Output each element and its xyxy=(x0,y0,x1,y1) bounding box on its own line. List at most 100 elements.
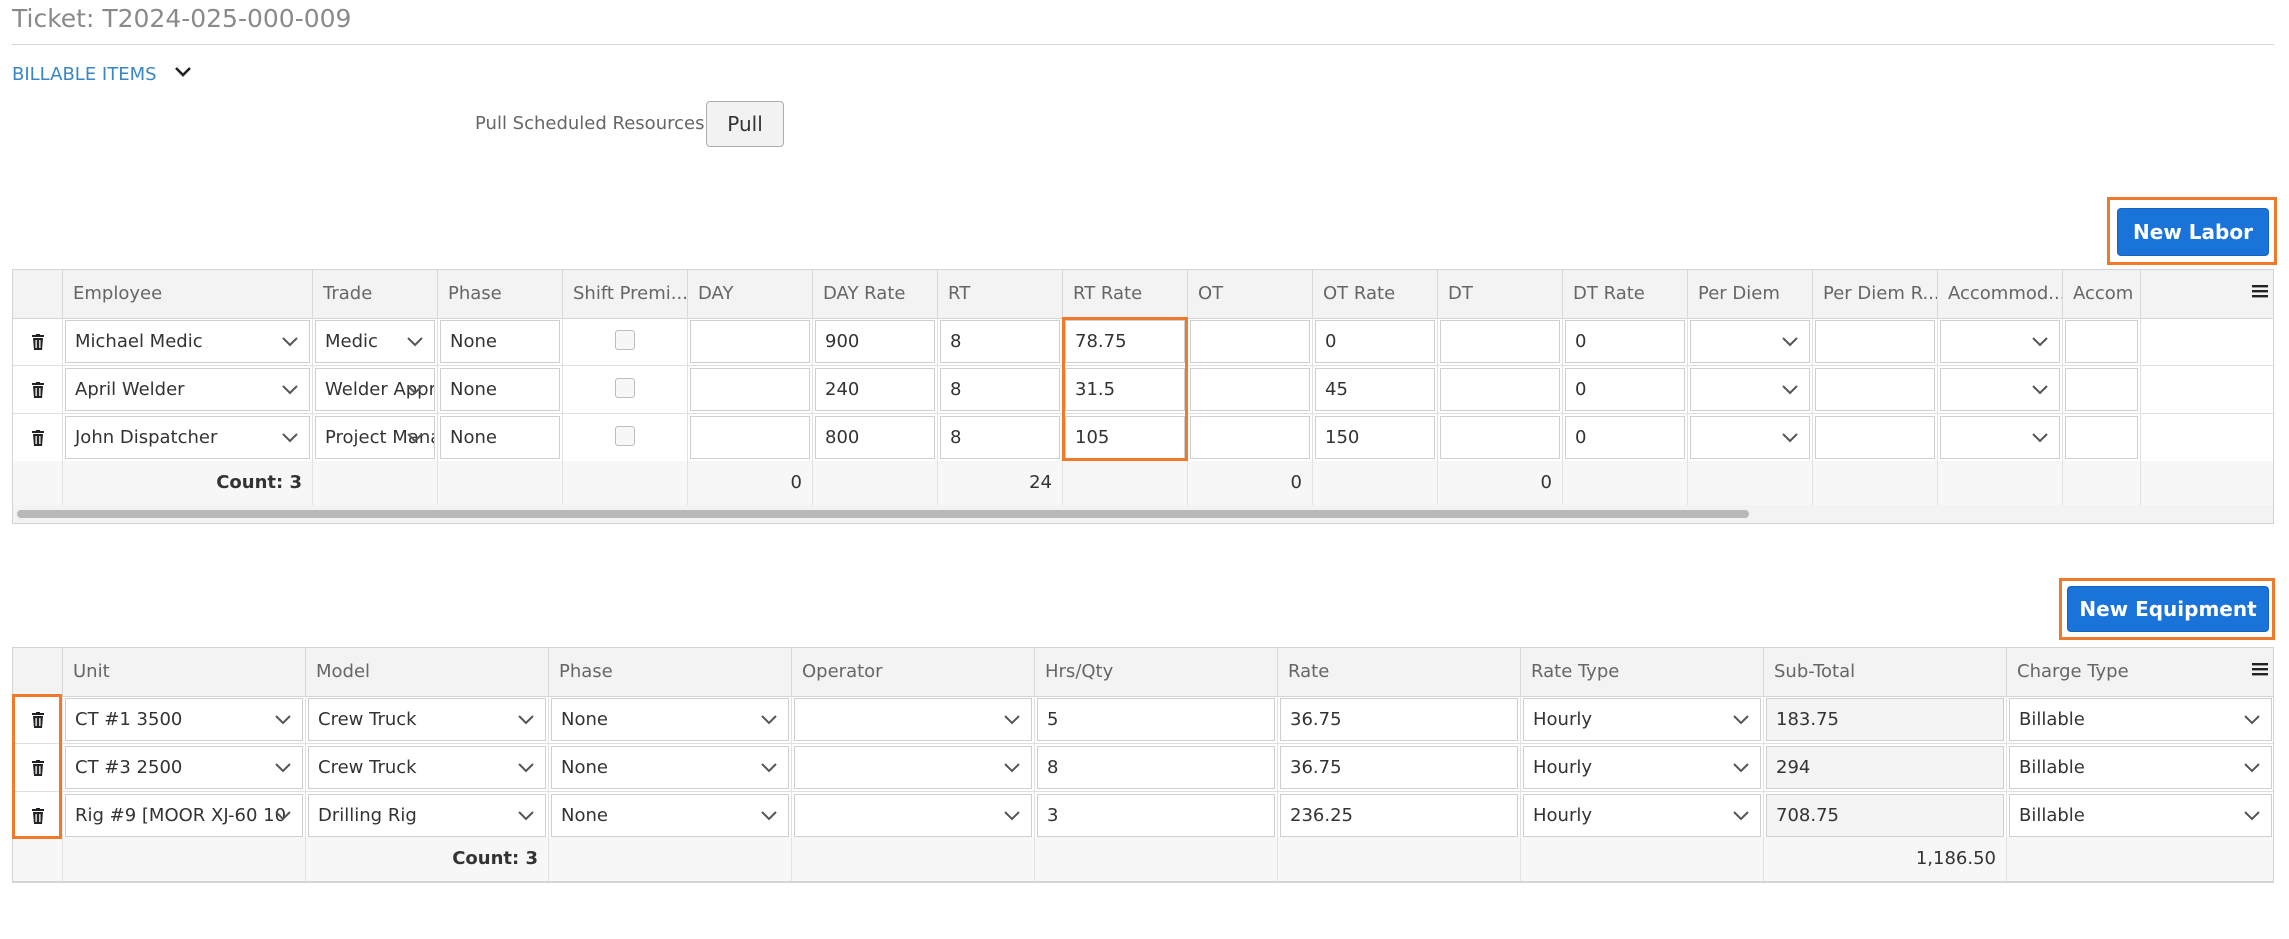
labor-header-0[interactable] xyxy=(13,270,63,318)
employee-field[interactable]: John Dispatcher xyxy=(65,416,310,459)
equipment-header-4[interactable]: Operator xyxy=(792,648,1035,696)
phase-field[interactable]: None xyxy=(551,698,789,741)
chevron-down-icon[interactable] xyxy=(1722,699,1760,740)
dt_rate-field[interactable]: 0 xyxy=(1565,416,1685,459)
hrs_qty-field[interactable]: 8 xyxy=(1037,746,1275,789)
pull-button[interactable]: Pull xyxy=(706,101,784,147)
accom-field[interactable] xyxy=(2065,320,2138,363)
trash-icon[interactable] xyxy=(31,807,45,824)
equipment-header-6[interactable]: Rate xyxy=(1278,648,1521,696)
accommodation-field[interactable] xyxy=(1940,416,2060,459)
ot-field[interactable] xyxy=(1190,320,1310,363)
chevron-down-icon[interactable] xyxy=(1722,747,1760,788)
chevron-down-icon[interactable] xyxy=(993,795,1031,836)
phase-field[interactable]: None xyxy=(440,416,560,459)
chevron-down-icon[interactable] xyxy=(396,369,434,410)
chevron-down-icon[interactable] xyxy=(2233,747,2271,788)
rate-field[interactable]: 36.75 xyxy=(1280,698,1518,741)
labor-header-3[interactable]: Phase xyxy=(438,270,563,318)
labor-header-2[interactable]: Trade xyxy=(313,270,438,318)
operator-field[interactable] xyxy=(794,698,1032,741)
day-field[interactable] xyxy=(690,320,810,363)
chevron-down-icon[interactable] xyxy=(271,369,309,410)
trade-field[interactable]: Project Manager xyxy=(315,416,435,459)
chevron-down-icon[interactable] xyxy=(1771,369,1809,410)
model-field[interactable]: Crew Truck xyxy=(308,746,546,789)
rt-field[interactable]: 8 xyxy=(940,368,1060,411)
day-field[interactable] xyxy=(690,368,810,411)
dt-field[interactable] xyxy=(1440,368,1560,411)
trash-icon[interactable] xyxy=(31,429,45,446)
equipment-header-1[interactable]: Unit xyxy=(63,648,306,696)
equipment-header-8[interactable]: Sub-Total xyxy=(1764,648,2007,696)
rate_type-field[interactable]: Hourly xyxy=(1523,746,1761,789)
hrs_qty-field[interactable]: 3 xyxy=(1037,794,1275,837)
employee-field[interactable]: Michael Medic xyxy=(65,320,310,363)
rate_type-field[interactable]: Hourly xyxy=(1523,698,1761,741)
charge_type-field[interactable]: Billable xyxy=(2009,698,2272,741)
chevron-down-icon[interactable] xyxy=(2021,321,2059,362)
chevron-down-icon[interactable] xyxy=(2233,795,2271,836)
subtotal-field[interactable]: 294 xyxy=(1766,746,2004,789)
per_diem-field[interactable] xyxy=(1690,320,1810,363)
chevron-down-icon[interactable] xyxy=(264,747,302,788)
phase-field[interactable]: None xyxy=(551,794,789,837)
hamburger-menu-icon[interactable] xyxy=(2251,282,2269,300)
day_rate-field[interactable]: 240 xyxy=(815,368,935,411)
operator-field[interactable] xyxy=(794,794,1032,837)
trash-icon[interactable] xyxy=(31,333,45,350)
rt_rate-field[interactable]: 78.75 xyxy=(1065,320,1185,363)
rt_rate-field[interactable]: 31.5 xyxy=(1065,368,1185,411)
accom-field[interactable] xyxy=(2065,416,2138,459)
labor-header-14[interactable]: Per Diem R... xyxy=(1813,270,1938,318)
equipment-header-0[interactable] xyxy=(13,648,63,696)
dt_rate-field[interactable]: 0 xyxy=(1565,320,1685,363)
accom-field[interactable] xyxy=(2065,368,2138,411)
chevron-down-icon[interactable] xyxy=(993,747,1031,788)
unit-field[interactable]: Rig #9 [MOOR XJ-60 10 xyxy=(65,794,303,837)
per_diem_rate-field[interactable] xyxy=(1815,368,1935,411)
equipment-header-9[interactable]: Charge Type xyxy=(2007,648,2273,696)
chevron-down-icon[interactable] xyxy=(2021,369,2059,410)
phase-field[interactable]: None xyxy=(551,746,789,789)
equipment-header-7[interactable]: Rate Type xyxy=(1521,648,1764,696)
new-labor-button[interactable]: New Labor xyxy=(2117,208,2269,256)
operator-field[interactable] xyxy=(794,746,1032,789)
shift_premium-checkbox[interactable] xyxy=(615,425,635,446)
ot_rate-field[interactable]: 45 xyxy=(1315,368,1435,411)
labor-scrollbar-thumb[interactable] xyxy=(17,510,1749,518)
unit-field[interactable]: CT #3 2500 xyxy=(65,746,303,789)
equipment-header-3[interactable]: Phase xyxy=(549,648,792,696)
chevron-down-icon[interactable] xyxy=(2021,417,2059,458)
rt_rate-field[interactable]: 105 xyxy=(1065,416,1185,459)
rt-field[interactable]: 8 xyxy=(940,416,1060,459)
hamburger-menu-icon[interactable] xyxy=(2251,660,2269,678)
chevron-down-icon[interactable] xyxy=(264,699,302,740)
chevron-down-icon[interactable] xyxy=(396,321,434,362)
per_diem-field[interactable] xyxy=(1690,416,1810,459)
accommodation-field[interactable] xyxy=(1940,320,2060,363)
chevron-down-icon[interactable] xyxy=(264,795,302,836)
accommodation-field[interactable] xyxy=(1940,368,2060,411)
labor-header-13[interactable]: Per Diem xyxy=(1688,270,1813,318)
dt_rate-field[interactable]: 0 xyxy=(1565,368,1685,411)
rate-field[interactable]: 236.25 xyxy=(1280,794,1518,837)
labor-header-12[interactable]: DT Rate xyxy=(1563,270,1688,318)
labor-header-15[interactable]: Accommod... xyxy=(1938,270,2063,318)
trade-field[interactable]: Medic xyxy=(315,320,435,363)
charge_type-field[interactable]: Billable xyxy=(2009,746,2272,789)
day_rate-field[interactable]: 800 xyxy=(815,416,935,459)
chevron-down-icon[interactable] xyxy=(993,699,1031,740)
chevron-down-icon[interactable] xyxy=(1771,417,1809,458)
model-field[interactable]: Drilling Rig xyxy=(308,794,546,837)
shift_premium-checkbox[interactable] xyxy=(615,377,635,398)
chevron-down-icon[interactable] xyxy=(750,699,788,740)
rt-field[interactable]: 8 xyxy=(940,320,1060,363)
ot-field[interactable] xyxy=(1190,368,1310,411)
chevron-down-icon[interactable] xyxy=(271,321,309,362)
labor-header-9[interactable]: OT xyxy=(1188,270,1313,318)
charge_type-field[interactable]: Billable xyxy=(2009,794,2272,837)
day-field[interactable] xyxy=(690,416,810,459)
chevron-down-icon[interactable] xyxy=(750,747,788,788)
chevron-down-icon[interactable] xyxy=(507,699,545,740)
